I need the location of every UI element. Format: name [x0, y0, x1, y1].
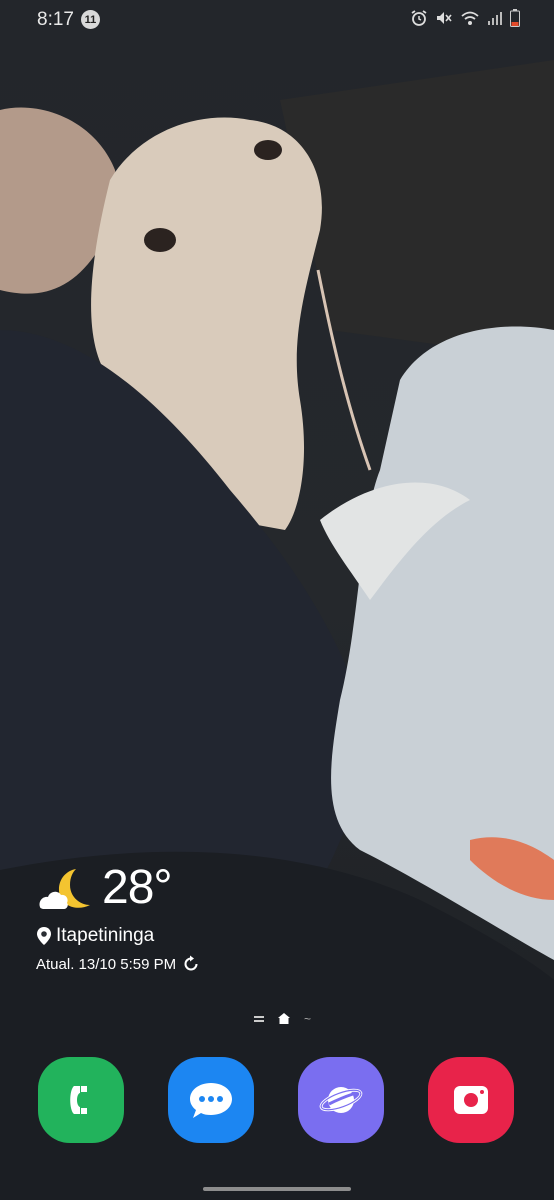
phone-icon [70, 1086, 87, 1114]
weather-location: Itapetininga [56, 925, 155, 946]
mute-icon [437, 12, 452, 24]
internet-icon [319, 1087, 363, 1113]
temperature: 28° [102, 861, 173, 914]
internet-app[interactable] [298, 1057, 384, 1143]
status-bar: 8:17 11 [0, 0, 554, 40]
status-time: 8:17 [37, 9, 74, 30]
app-dock [38, 1057, 516, 1143]
location-pin-icon [37, 927, 51, 945]
recorder-icon [454, 1086, 488, 1114]
phone-app[interactable] [38, 1057, 124, 1143]
page-indicator: ~ [254, 1011, 312, 1026]
notification-count-badge: 11 [81, 10, 100, 29]
battery-icon [510, 9, 520, 27]
wifi-icon [461, 11, 479, 25]
pages-icon [254, 1015, 264, 1022]
weather-updated-time: Atual. 13/10 5:59 PM [36, 955, 177, 973]
weather-widget[interactable]: 28° Itapetininga Atual. 13/10 5:59 PM [36, 860, 200, 973]
gesture-handle[interactable] [203, 1187, 351, 1191]
moon-cloud-icon [39, 868, 90, 909]
signal-icon [488, 12, 502, 25]
refresh-icon[interactable] [182, 955, 200, 973]
messages-app[interactable] [168, 1057, 254, 1143]
messages-icon [190, 1083, 232, 1118]
tilde-icon: ~ [304, 1011, 312, 1026]
recorder-app[interactable] [428, 1057, 514, 1143]
alarm-icon [411, 10, 427, 26]
home-icon [278, 1013, 290, 1024]
